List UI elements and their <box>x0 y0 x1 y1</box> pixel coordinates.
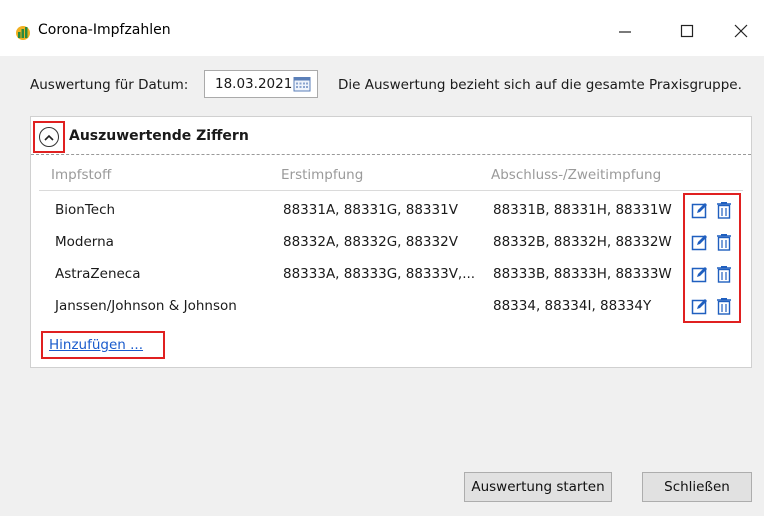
column-header-second-dose: Abschluss-/Zweitimpfung <box>491 167 662 183</box>
second-dose-cell: 88331B, 88331H, 88331W <box>493 202 672 218</box>
add-link[interactable]: Hinzufügen ... <box>49 337 143 353</box>
collapse-button[interactable] <box>33 121 65 153</box>
maximize-button[interactable] <box>664 14 710 48</box>
panel-header[interactable]: Auszuwertende Ziffern <box>31 117 751 155</box>
delete-icon[interactable] <box>715 233 733 251</box>
panel-title: Auszuwertende Ziffern <box>69 128 249 144</box>
vaccine-cell: Moderna <box>55 234 114 250</box>
delete-icon[interactable] <box>715 265 733 283</box>
edit-icon[interactable] <box>691 233 709 251</box>
first-dose-cell: 88333A, 88333G, 88333V,... <box>283 266 476 282</box>
codes-panel: Auszuwertende Ziffern Impfstoff Erstimpf… <box>30 116 752 368</box>
first-dose-cell: 88332A, 88332G, 88332V <box>283 234 458 250</box>
column-header-first-dose: Erstimpfung <box>281 167 364 183</box>
first-dose-cell: 88331A, 88331G, 88331V <box>283 202 458 218</box>
vaccine-cell: Janssen/Johnson & Johnson <box>55 298 237 314</box>
chevron-up-icon <box>39 127 59 147</box>
edit-icon[interactable] <box>691 297 709 315</box>
dialog-window: Corona-Impfzahlen Auswertung für Datum: … <box>0 0 764 516</box>
title-bar[interactable]: Corona-Impfzahlen <box>0 0 764 56</box>
minimize-button[interactable] <box>602 14 648 48</box>
edit-icon[interactable] <box>691 201 709 219</box>
window-title: Corona-Impfzahlen <box>38 22 171 38</box>
maximize-icon <box>680 24 694 38</box>
second-dose-cell: 88332B, 88332H, 88332W <box>493 234 672 250</box>
app-chart-icon <box>16 26 30 40</box>
second-dose-cell: 88333B, 88333H, 88333W <box>493 266 672 282</box>
add-link-highlight: Hinzufügen ... <box>41 331 165 359</box>
edit-icon[interactable] <box>691 265 709 283</box>
second-dose-cell: 88334, 88334I, 88334Y <box>493 298 652 314</box>
date-label: Auswertung für Datum: <box>30 77 189 93</box>
row-actions-highlight <box>683 193 741 323</box>
start-evaluation-button[interactable]: Auswertung starten <box>464 472 612 502</box>
close-button[interactable] <box>718 14 764 48</box>
vaccine-cell: AstraZeneca <box>55 266 141 282</box>
vaccine-cell: BionTech <box>55 202 116 218</box>
date-info-text: Die Auswertung bezieht sich auf die gesa… <box>338 77 742 93</box>
minimize-icon <box>619 31 631 33</box>
calendar-icon[interactable] <box>293 76 311 92</box>
delete-icon[interactable] <box>715 201 733 219</box>
close-icon <box>734 24 748 38</box>
column-header-vaccine: Impfstoff <box>51 167 112 183</box>
header-divider <box>39 190 743 191</box>
delete-icon[interactable] <box>715 297 733 315</box>
date-value[interactable]: 18.03.2021 <box>215 76 292 92</box>
close-dialog-button[interactable]: Schließen <box>642 472 752 502</box>
date-picker[interactable]: 18.03.2021 <box>204 70 318 98</box>
